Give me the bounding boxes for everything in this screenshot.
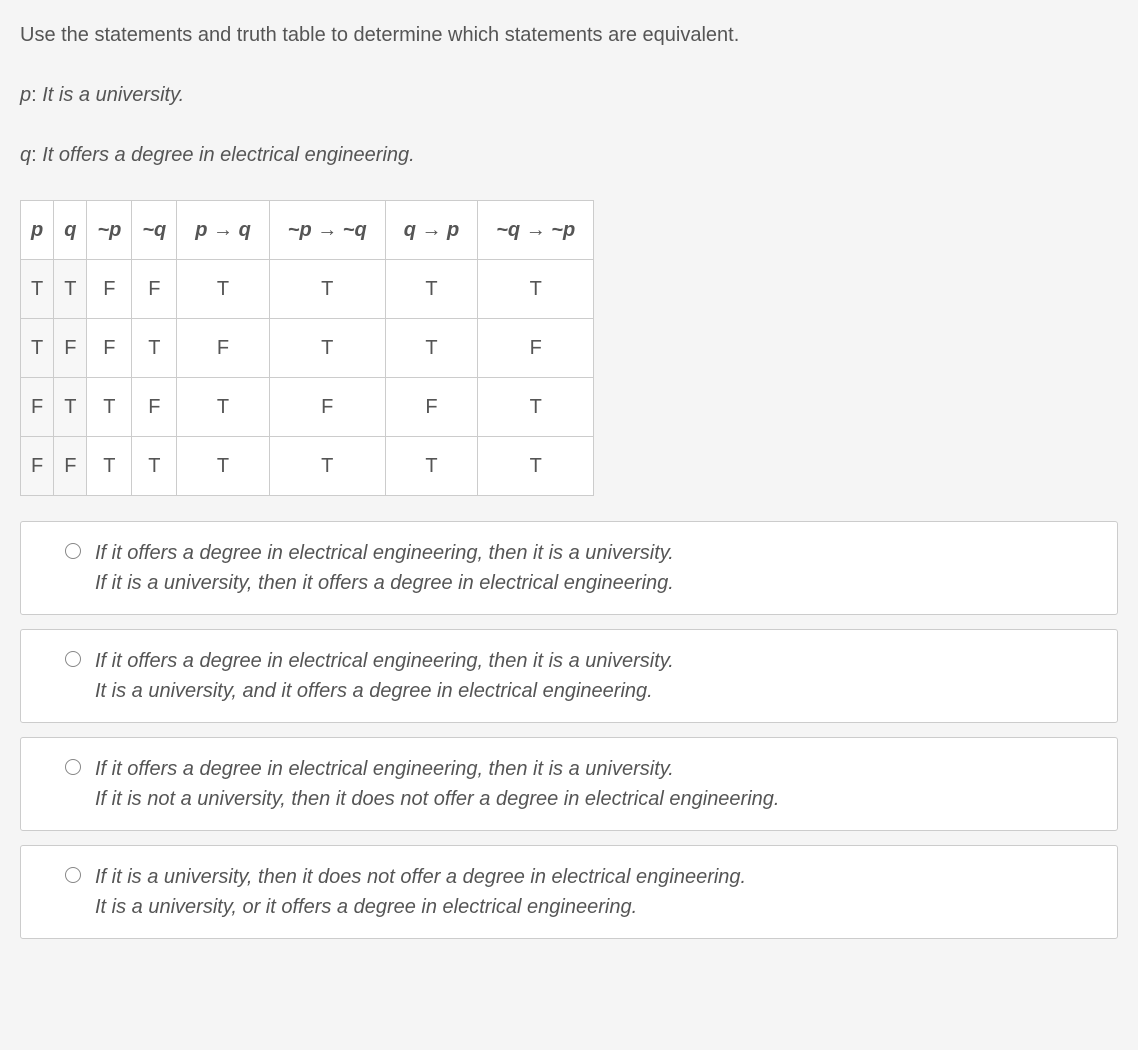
truth-table: p q ~p ~q p → q ~p → ~q q → p ~q → ~p T … bbox=[20, 200, 594, 496]
header-notp-implies-notq: ~p → ~q bbox=[269, 201, 385, 260]
radio-icon[interactable] bbox=[65, 867, 81, 883]
option-line-1: If it offers a degree in electrical engi… bbox=[95, 646, 1097, 676]
header-not-q: ~q bbox=[132, 201, 177, 260]
q-label: q bbox=[20, 144, 31, 166]
table-row: T T F F T T T T bbox=[21, 260, 594, 319]
option-2[interactable]: If it offers a degree in electrical engi… bbox=[20, 629, 1118, 723]
header-q-implies-p: q → p bbox=[385, 201, 478, 260]
radio-icon[interactable] bbox=[65, 543, 81, 559]
option-line-1: If it offers a degree in electrical engi… bbox=[95, 538, 1097, 568]
option-line-2: If it is not a university, then it does … bbox=[95, 784, 1097, 814]
option-4[interactable]: If it is a university, then it does not … bbox=[20, 845, 1118, 939]
header-p-implies-q: p → q bbox=[177, 201, 270, 260]
p-label: p bbox=[20, 84, 31, 106]
option-line-1: If it offers a degree in electrical engi… bbox=[95, 754, 1097, 784]
radio-icon[interactable] bbox=[65, 759, 81, 775]
q-text: It offers a degree in electrical enginee… bbox=[42, 144, 414, 166]
table-row: F F T T T T T T bbox=[21, 437, 594, 496]
option-line-1: If it is a university, then it does not … bbox=[95, 862, 1097, 892]
option-line-2: If it is a university, then it offers a … bbox=[95, 568, 1097, 598]
header-not-p: ~p bbox=[87, 201, 132, 260]
radio-icon[interactable] bbox=[65, 651, 81, 667]
table-header-row: p q ~p ~q p → q ~p → ~q q → p ~q → ~p bbox=[21, 201, 594, 260]
option-3[interactable]: If it offers a degree in electrical engi… bbox=[20, 737, 1118, 831]
statement-p: p: It is a university. bbox=[20, 80, 1118, 110]
option-line-2: It is a university, and it offers a degr… bbox=[95, 676, 1097, 706]
option-1[interactable]: If it offers a degree in electrical engi… bbox=[20, 521, 1118, 615]
table-row: F T T F T F F T bbox=[21, 378, 594, 437]
p-text: It is a university. bbox=[42, 84, 184, 106]
question-prompt: Use the statements and truth table to de… bbox=[20, 20, 1118, 50]
statement-q: q: It offers a degree in electrical engi… bbox=[20, 140, 1118, 170]
option-line-2: It is a university, or it offers a degre… bbox=[95, 892, 1097, 922]
table-row: T F F T F T T F bbox=[21, 319, 594, 378]
header-q: q bbox=[54, 201, 87, 260]
header-notq-implies-notp: ~q → ~p bbox=[478, 201, 594, 260]
header-p: p bbox=[21, 201, 54, 260]
